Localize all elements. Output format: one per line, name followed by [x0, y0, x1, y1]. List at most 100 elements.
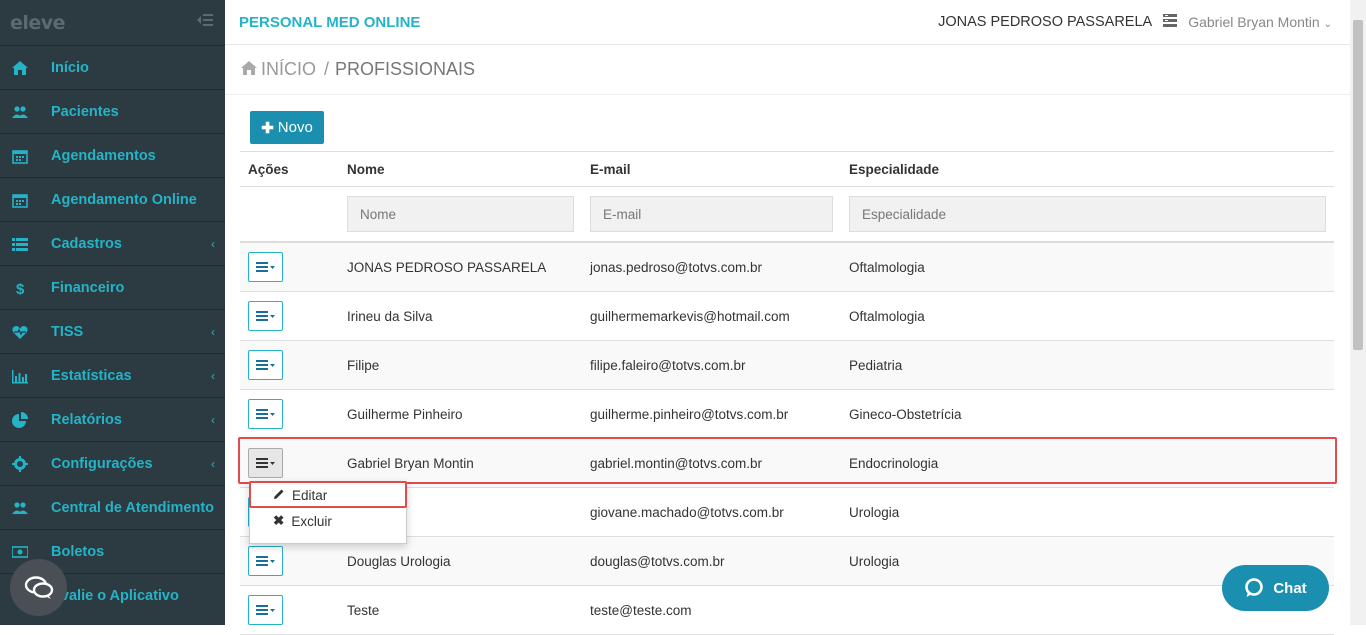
chat-label: Chat: [1273, 579, 1307, 597]
header-email[interactable]: E-mail: [582, 162, 841, 177]
money-icon: [12, 544, 51, 560]
bar-chart-icon: [12, 368, 51, 384]
sidebar-item-label: Agendamentos: [51, 147, 156, 164]
row-actions-button[interactable]: [248, 595, 283, 625]
sidebar-item-pacientes[interactable]: Pacientes: [0, 89, 225, 133]
row-actions-button[interactable]: [248, 399, 283, 429]
sidebar-item-label: Configurações: [51, 455, 153, 472]
cell-name: Filipe: [347, 357, 380, 373]
sidebar-item-financeiro[interactable]: $ Financeiro: [0, 265, 225, 309]
sidebar-item-relatorios[interactable]: Relatórios ‹: [0, 397, 225, 441]
user-menu[interactable]: Gabriel Bryan Montin ⌄: [1188, 14, 1332, 30]
main-content: PERSONAL MED ONLINE JONAS PEDROSO PASSAR…: [225, 0, 1350, 635]
cell-email: guilhermemarkevis@hotmail.com: [590, 308, 790, 324]
cell-specialty: Urologia: [849, 504, 900, 520]
sidebar-item-central-de-atendimento[interactable]: Central de Atendimento: [0, 485, 225, 529]
cell-email: giovane.machado@totvs.com.br: [590, 504, 784, 520]
menu-caret-icon: [255, 262, 275, 272]
cell-name: Guilherme Pinheiro: [347, 406, 463, 422]
sidebar-item-label: Agendamento Online: [51, 191, 197, 208]
sidebar-item-label: Estatísticas: [51, 367, 132, 384]
sidebar: eleve Início Pacientes Agendamentos Agendam…: [0, 0, 225, 625]
sidebar-item-label: Boletos: [51, 543, 105, 560]
menu-caret-icon: [255, 605, 275, 615]
cell-name: Teste: [347, 602, 380, 618]
user-name: Gabriel Bryan Montin: [1188, 14, 1320, 30]
support-chat-icon[interactable]: [10, 559, 67, 616]
sidebar-item-agendamentos[interactable]: Agendamentos: [0, 133, 225, 177]
filter-row: [240, 187, 1334, 243]
breadcrumb-home[interactable]: INÍCIO: [261, 59, 316, 80]
clinic-name: JONAS PEDROSO PASSARELA: [938, 14, 1153, 30]
cell-name: Irineu da Silva: [347, 308, 433, 324]
collapse-sidebar-icon[interactable]: [197, 13, 213, 32]
sidebar-item-estatisticas[interactable]: Estatísticas ‹: [0, 353, 225, 397]
plus-icon: ✚: [261, 119, 274, 137]
chevron-left-icon: ‹: [211, 325, 215, 339]
breadcrumb-separator: /: [324, 59, 330, 79]
table-row: Filipe filipe.faleiro@totvs.com.br Pediatr…: [240, 341, 1334, 390]
chat-button[interactable]: Chat: [1222, 565, 1329, 611]
chevron-left-icon: ‹: [211, 457, 215, 471]
new-button-label: Novo: [277, 119, 313, 136]
app-title: PERSONAL MED ONLINE: [239, 13, 421, 31]
cell-specialty: Oftalmologia: [849, 259, 925, 275]
gear-icon: [12, 455, 51, 472]
edit-item-highlight: [249, 481, 407, 508]
table-row: JONAS PEDROSO PASSARELA jonas.pedroso@tot…: [240, 243, 1334, 292]
menu-caret-icon: [255, 311, 275, 321]
users-icon: [12, 500, 51, 516]
switch-clinic-icon[interactable]: [1162, 14, 1178, 30]
cell-email: teste@teste.com: [590, 602, 692, 618]
dollar-icon: $: [12, 280, 51, 296]
calendar-icon: [12, 148, 51, 164]
sidebar-item-configuracoes[interactable]: Configurações ‹: [0, 441, 225, 485]
heartbeat-icon: [12, 324, 51, 340]
new-professional-button[interactable]: ✚ Novo: [250, 111, 324, 144]
cell-email: filipe.faleiro@totvs.com.br: [590, 357, 746, 373]
svg-text:$: $: [16, 281, 25, 296]
sidebar-item-label: Pacientes: [51, 103, 119, 120]
row-actions-button[interactable]: [248, 546, 283, 576]
name-filter-input[interactable]: [347, 196, 574, 232]
menu-caret-icon: [255, 409, 275, 419]
sidebar-item-label: Financeiro: [51, 279, 125, 296]
delete-menu-item[interactable]: ✖ Excluir: [250, 508, 406, 534]
email-filter-input[interactable]: [590, 196, 833, 232]
users-icon: [12, 104, 51, 120]
chat-icon: [1245, 578, 1264, 597]
delete-label: Excluir: [291, 513, 332, 529]
menu-caret-icon: [255, 360, 275, 370]
table-row: Douglas Urologia douglas@totvs.com.br Urol…: [240, 537, 1334, 586]
scrollbar-thumb[interactable]: [1353, 20, 1363, 350]
sidebar-item-inicio[interactable]: Início: [0, 45, 225, 89]
sidebar-item-label: Relatórios: [51, 411, 122, 428]
cell-name: JONAS PEDROSO PASSARELA: [347, 259, 547, 275]
professionals-table: Ações Nome E-mail Especialidade JONAS PE…: [240, 151, 1334, 635]
row-actions-button[interactable]: [248, 350, 283, 380]
sidebar-item-cadastros[interactable]: Cadastros ‹: [0, 221, 225, 265]
header-specialty[interactable]: Especialidade: [841, 162, 1334, 177]
pie-chart-icon: [12, 411, 51, 428]
table-row: Teste teste@teste.com: [240, 586, 1334, 635]
row-actions-button[interactable]: [248, 301, 283, 331]
chevron-left-icon: ‹: [211, 237, 215, 251]
row-actions-button[interactable]: [248, 252, 283, 282]
specialty-filter-input[interactable]: [849, 196, 1326, 232]
cell-email: jonas.pedroso@totvs.com.br: [590, 259, 763, 275]
sidebar-item-tiss[interactable]: TISS ‹: [0, 309, 225, 353]
calendar-icon: [12, 192, 51, 208]
header-name[interactable]: Nome: [339, 162, 582, 177]
sidebar-item-label: Início: [51, 59, 89, 76]
sidebar-item-agendamento-online[interactable]: Agendamento Online: [0, 177, 225, 221]
list-icon: [12, 236, 51, 252]
home-icon[interactable]: [241, 59, 257, 80]
table-row: Irineu da Silva guilhermemarkevis@hotmail…: [240, 292, 1334, 341]
header-actions: Ações: [248, 161, 289, 177]
breadcrumb-current: PROFISSIONAIS: [335, 59, 476, 79]
home-icon: [12, 60, 51, 76]
sidebar-item-label: Central de Atendimento: [51, 499, 215, 516]
page-scrollbar[interactable]: [1350, 0, 1366, 625]
selected-row-highlight: [238, 437, 1337, 484]
sidebar-item-label: Avalie o Aplicativo: [51, 587, 179, 604]
